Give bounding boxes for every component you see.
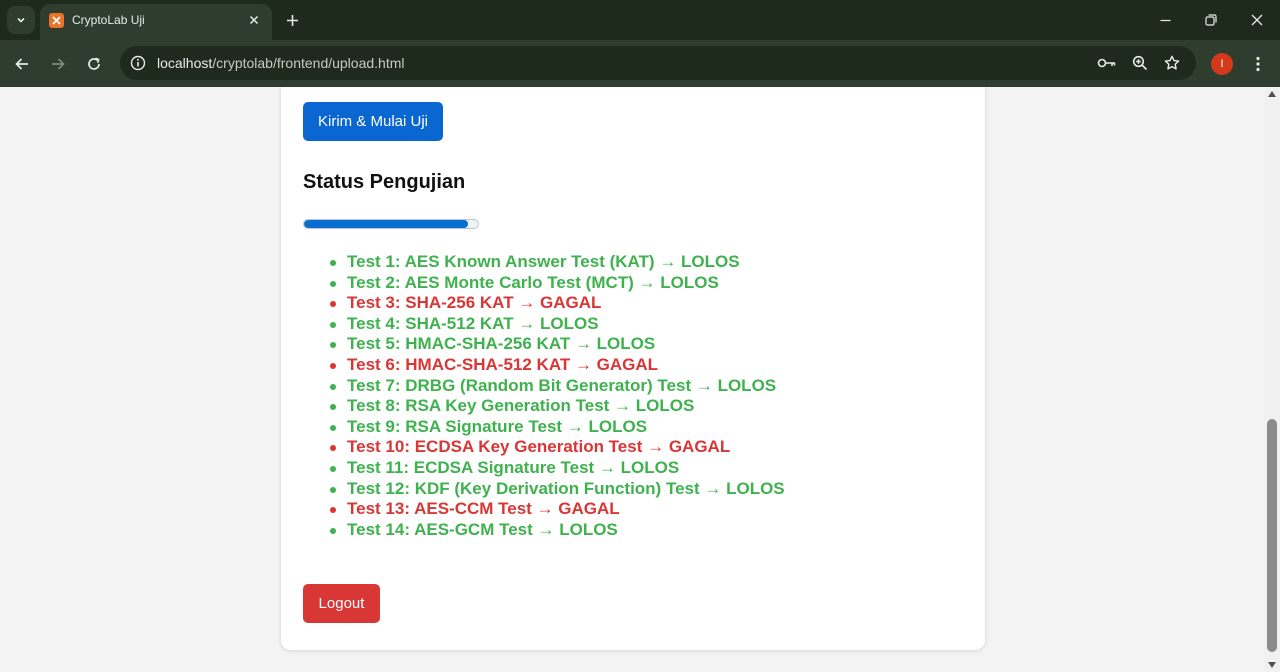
bullet-icon bbox=[330, 507, 336, 514]
test-result-item: Test 7: DRBG (Random Bit Generator) Test… bbox=[303, 376, 785, 397]
test-result-item: Test 6: HMAC-SHA-512 KAT → GAGAL bbox=[303, 355, 785, 376]
test-result-text: Test 8: RSA Key Generation Test → LOLOS bbox=[347, 396, 695, 416]
progress-fill bbox=[304, 220, 468, 228]
page-scrollbar[interactable] bbox=[1264, 87, 1280, 672]
tab-title: CryptoLab Uji bbox=[72, 13, 145, 27]
test-result-text: Test 3: SHA-256 KAT → GAGAL bbox=[347, 293, 602, 313]
info-icon bbox=[130, 55, 146, 71]
test-result-item: Test 4: SHA-512 KAT → LOLOS bbox=[303, 314, 785, 335]
scroll-down-arrow-icon[interactable] bbox=[1268, 662, 1276, 668]
browser-toolbar: localhost/cryptolab/frontend/upload.html… bbox=[0, 40, 1280, 87]
restore-icon bbox=[1205, 14, 1217, 26]
bullet-icon bbox=[330, 383, 336, 390]
test-result-text: Test 10: ECDSA Key Generation Test → GAG… bbox=[347, 437, 731, 457]
test-result-text: Test 7: DRBG (Random Bit Generator) Test… bbox=[347, 375, 777, 395]
bullet-icon bbox=[330, 321, 336, 328]
test-result-item: Test 3: SHA-256 KAT → GAGAL bbox=[303, 293, 785, 314]
bullet-icon bbox=[330, 280, 336, 287]
browser-tab-bar: CryptoLab Uji bbox=[0, 0, 1280, 40]
more-vertical-icon bbox=[1256, 56, 1260, 72]
tab-search-button[interactable] bbox=[7, 6, 35, 34]
arrow-right-icon bbox=[52, 58, 65, 70]
minimize-button[interactable] bbox=[1142, 0, 1188, 40]
test-result-item: Test 1: AES Known Answer Test (KAT) → LO… bbox=[303, 252, 785, 273]
test-result-item: Test 12: KDF (Key Derivation Function) T… bbox=[303, 479, 785, 500]
test-result-item: Test 5: HMAC-SHA-256 KAT → LOLOS bbox=[303, 334, 785, 355]
zoom-icon bbox=[1132, 55, 1148, 71]
test-result-item: Test 13: AES-CCM Test → GAGAL bbox=[303, 499, 785, 520]
reload-icon bbox=[88, 57, 100, 70]
password-manager-button[interactable] bbox=[1096, 52, 1118, 74]
bookmark-button[interactable] bbox=[1161, 52, 1183, 74]
site-info-button[interactable] bbox=[126, 51, 150, 75]
url-host: localhost bbox=[157, 55, 213, 71]
restore-button[interactable] bbox=[1188, 0, 1234, 40]
bullet-icon bbox=[330, 486, 336, 493]
bullet-icon bbox=[330, 404, 336, 411]
bullet-icon bbox=[330, 445, 336, 452]
address-bar[interactable]: localhost/cryptolab/frontend/upload.html bbox=[120, 46, 1196, 80]
forward-button[interactable] bbox=[44, 50, 72, 78]
test-results-list: Test 1: AES Known Answer Test (KAT) → LO… bbox=[303, 252, 785, 540]
star-icon bbox=[1164, 55, 1180, 70]
test-result-text: Test 13: AES-CCM Test → GAGAL bbox=[347, 499, 620, 519]
arrow-left-icon bbox=[15, 58, 28, 70]
bullet-icon bbox=[330, 527, 336, 534]
url-text: localhost/cryptolab/frontend/upload.html bbox=[157, 55, 405, 71]
test-result-text: Test 9: RSA Signature Test → LOLOS bbox=[347, 416, 648, 436]
test-result-text: Test 11: ECDSA Signature Test → LOLOS bbox=[347, 457, 680, 477]
close-icon bbox=[1251, 14, 1263, 26]
tab-close-button[interactable] bbox=[244, 10, 264, 30]
browser-tab[interactable]: CryptoLab Uji bbox=[40, 4, 272, 40]
xampp-favicon-icon bbox=[49, 13, 64, 28]
logout-button[interactable]: Logout bbox=[303, 584, 380, 623]
test-result-text: Test 12: KDF (Key Derivation Function) T… bbox=[347, 478, 785, 498]
test-result-text: Test 14: AES-GCM Test → LOLOS bbox=[347, 519, 618, 539]
bullet-icon bbox=[330, 301, 336, 308]
test-result-text: Test 5: HMAC-SHA-256 KAT → LOLOS bbox=[347, 334, 656, 354]
minimize-icon bbox=[1160, 19, 1170, 21]
test-progress-bar bbox=[303, 219, 479, 229]
reload-button[interactable] bbox=[80, 50, 108, 78]
browser-menu-button[interactable] bbox=[1246, 52, 1270, 76]
test-result-item: Test 8: RSA Key Generation Test → LOLOS bbox=[303, 396, 785, 417]
bullet-icon bbox=[330, 260, 336, 266]
test-result-item: Test 10: ECDSA Key Generation Test → GAG… bbox=[303, 437, 785, 458]
test-result-item: Test 11: ECDSA Signature Test → LOLOS bbox=[303, 458, 785, 479]
bullet-icon bbox=[330, 362, 336, 369]
test-result-item: Test 2: AES Monte Carlo Test (MCT) → LOL… bbox=[303, 273, 785, 294]
upload-card: Kirim & Mulai Uji Status Pengujian Test … bbox=[281, 87, 985, 650]
close-icon bbox=[249, 15, 259, 25]
back-button[interactable] bbox=[8, 50, 36, 78]
plus-icon bbox=[286, 14, 298, 26]
scroll-up-arrow-icon[interactable] bbox=[1268, 91, 1276, 97]
bullet-icon bbox=[330, 465, 336, 472]
test-result-item: Test 9: RSA Signature Test → LOLOS bbox=[303, 417, 785, 438]
close-window-button[interactable] bbox=[1234, 0, 1280, 40]
test-result-text: Test 2: AES Monte Carlo Test (MCT) → LOL… bbox=[347, 272, 719, 292]
bullet-icon bbox=[330, 342, 336, 349]
zoom-button[interactable] bbox=[1129, 52, 1151, 74]
scroll-thumb[interactable] bbox=[1267, 419, 1277, 652]
status-heading: Status Pengujian bbox=[303, 171, 466, 193]
test-result-text: Test 1: AES Known Answer Test (KAT) → LO… bbox=[347, 252, 740, 271]
profile-avatar[interactable]: I bbox=[1211, 53, 1233, 75]
test-result-text: Test 6: HMAC-SHA-512 KAT → GAGAL bbox=[347, 354, 659, 374]
submit-test-button[interactable]: Kirim & Mulai Uji bbox=[303, 102, 443, 141]
test-result-text: Test 4: SHA-512 KAT → LOLOS bbox=[347, 313, 599, 333]
chevron-down-icon bbox=[17, 17, 25, 23]
new-tab-button[interactable] bbox=[280, 8, 304, 32]
test-result-item: Test 14: AES-GCM Test → LOLOS bbox=[303, 520, 785, 541]
url-path: /cryptolab/frontend/upload.html bbox=[212, 55, 405, 71]
key-icon bbox=[1097, 58, 1116, 68]
bullet-icon bbox=[330, 424, 336, 431]
page-viewport: Kirim & Mulai Uji Status Pengujian Test … bbox=[0, 87, 1264, 672]
